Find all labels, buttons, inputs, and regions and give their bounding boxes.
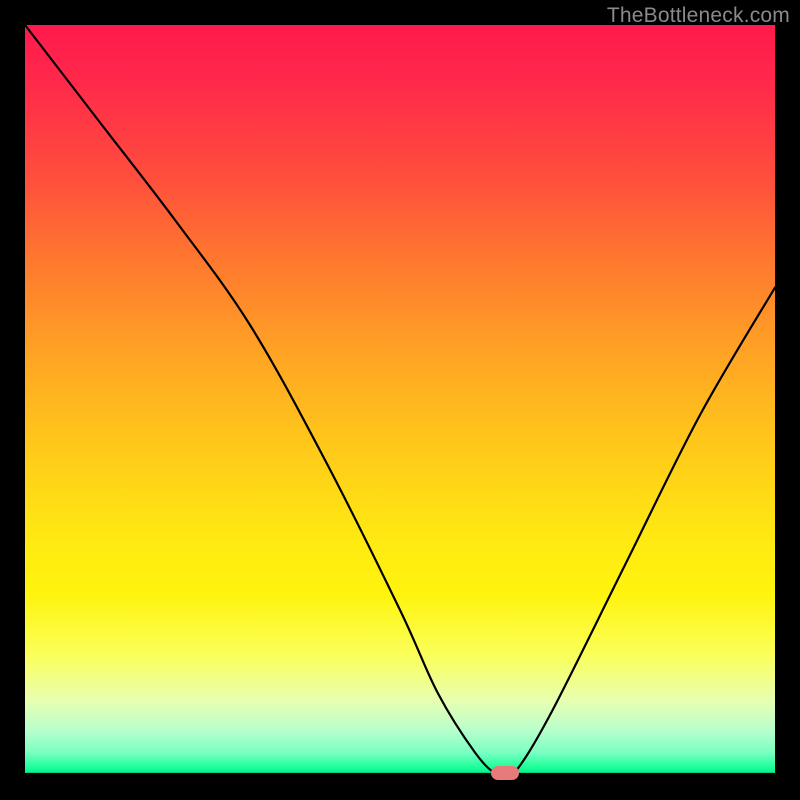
bottleneck-curve [25,25,775,775]
chart-container: TheBottleneck.com [0,0,800,800]
plot-area [25,25,775,775]
optimal-marker [491,766,519,780]
bottleneck-curve-svg [25,25,775,775]
